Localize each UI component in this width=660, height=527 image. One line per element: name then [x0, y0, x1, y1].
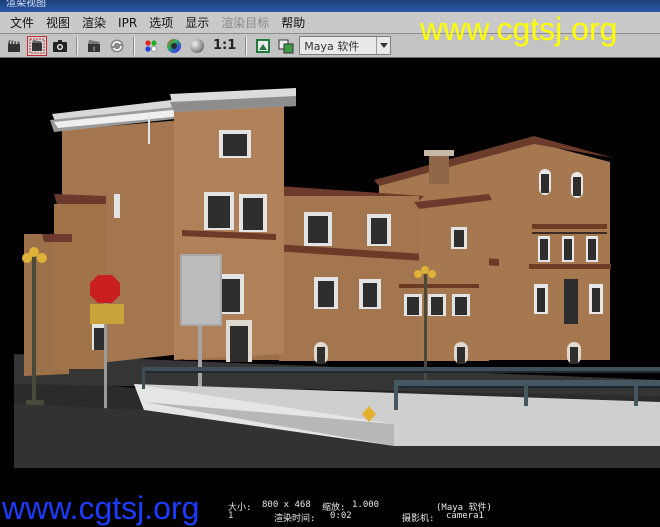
watermark-bottom: www.cgtsj.org	[2, 490, 200, 526]
clapboard-icon[interactable]	[4, 36, 24, 56]
snapshot-icon[interactable]	[50, 36, 70, 56]
watermark-top: www.cgtsj.org	[420, 11, 618, 47]
render-time-label: 渲染时间:	[274, 514, 316, 524]
toolbar-separator	[133, 36, 135, 55]
menu-view[interactable]: 视图	[40, 12, 76, 34]
refresh-icon[interactable]	[107, 36, 127, 56]
ratio-1-1-button[interactable]: 1:1	[210, 38, 239, 53]
color-wheel-icon[interactable]	[164, 36, 184, 56]
zoom-value: 1.000	[352, 500, 380, 510]
gray-sphere-icon[interactable]	[187, 36, 207, 56]
menu-ipr[interactable]: IPR	[112, 12, 143, 34]
svg-text:I: I	[93, 46, 95, 53]
menu-help[interactable]: 帮助	[275, 12, 311, 34]
menu-display[interactable]: 显示	[179, 12, 215, 34]
renderer-dropdown[interactable]: Maya 软件	[299, 36, 392, 55]
region-render-icon[interactable]	[27, 35, 47, 56]
chevron-down-icon	[376, 37, 390, 54]
menu-options[interactable]: 选项	[143, 12, 179, 34]
menu-file[interactable]: 文件	[4, 12, 40, 34]
menu-render-target: 渲染目标	[221, 15, 270, 30]
window-title: 渲染视图	[6, 0, 46, 9]
frame-value: 1	[228, 511, 234, 521]
camera-label: 摄影机:	[402, 514, 435, 524]
renderer-dropdown-value: Maya 软件	[304, 39, 360, 53]
frame-icon[interactable]	[253, 36, 273, 56]
toolbar-separator	[245, 36, 248, 55]
keep-image-icon[interactable]	[276, 36, 296, 56]
toolbar-separator	[76, 36, 78, 55]
camera-value: camera1	[446, 511, 484, 521]
menu-render[interactable]: 渲染	[76, 12, 112, 34]
render-image	[14, 84, 660, 468]
size-value: 800 x 468	[262, 500, 311, 510]
render-time-value: 0:02	[330, 511, 352, 521]
ipr-render-icon[interactable]: I	[84, 36, 104, 56]
rgb-channel-icon[interactable]	[141, 36, 161, 56]
